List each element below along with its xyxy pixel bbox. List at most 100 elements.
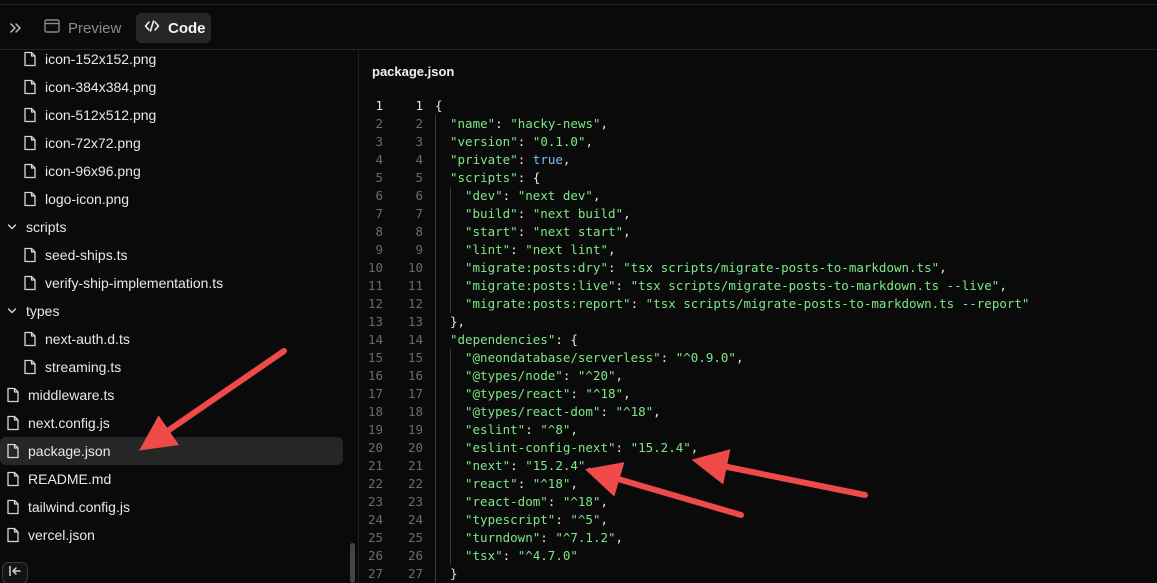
file-item[interactable]: tailwind.config.js (6, 493, 130, 521)
folder-item[interactable]: scripts (6, 213, 66, 241)
tree-item-label: icon-72x72.png (45, 135, 141, 151)
code-line[interactable]: 9 9 "lint": "next lint", (359, 241, 1157, 259)
collapse-sidebar-button[interactable] (2, 562, 28, 583)
file-item[interactable]: icon-72x72.png (23, 129, 141, 157)
json-key: "react" (465, 476, 518, 491)
indent-guide (435, 313, 436, 331)
code-line[interactable]: 10 10 "migrate:posts:dry": "tsx scripts/mi… (359, 259, 1157, 277)
file-item[interactable]: icon-152x152.png (23, 50, 156, 73)
line-number: 26 (367, 548, 383, 563)
code-text: "dependencies": { (450, 331, 578, 349)
file-icon (23, 135, 37, 151)
json-punctuation: : (517, 224, 533, 239)
code-line[interactable]: 14 14 "dependencies": { (359, 331, 1157, 349)
tree-item-label: vercel.json (28, 527, 95, 543)
json-key: "scripts" (450, 170, 518, 185)
json-punctuation: , (592, 188, 601, 203)
file-item[interactable]: next-auth.d.ts (23, 325, 130, 353)
indent-guide (450, 349, 451, 367)
line-number: 27 (367, 566, 383, 581)
file-icon (23, 79, 37, 95)
code-line[interactable]: 11 11 "migrate:posts:live": "tsx scripts/m… (359, 277, 1157, 295)
line-number: 2 (375, 116, 383, 131)
file-item[interactable]: seed-ships.ts (23, 241, 127, 269)
file-item[interactable]: icon-384x384.png (23, 73, 156, 101)
code-line[interactable]: 25 25 "turndown": "^7.1.2", (359, 529, 1157, 547)
code-line[interactable]: 6 6 "dev": "next dev", (359, 187, 1157, 205)
json-key: "@types/react" (465, 386, 571, 401)
json-string: "^18" (562, 494, 601, 509)
code-text: "start": "next start", (465, 223, 631, 241)
code-line[interactable]: 23 23 "react-dom": "^18", (359, 493, 1157, 511)
json-key: "migrate:posts:dry" (465, 260, 608, 275)
code-text: "eslint": "^8", (465, 421, 578, 439)
indent-guide (435, 367, 436, 385)
chevrons-right-icon[interactable] (6, 16, 26, 40)
json-string: "^0.9.0" (675, 350, 736, 365)
code-line[interactable]: 26 26 "tsx": "^4.7.0" (359, 547, 1157, 565)
code-line[interactable]: 24 24 "typescript": "^5", (359, 511, 1157, 529)
file-item[interactable]: logo-icon.png (23, 185, 129, 213)
indent-guide (435, 133, 436, 151)
code-line[interactable]: 4 4 "private": true, (359, 151, 1157, 169)
code-line[interactable]: 17 17 "@types/react": "^18", (359, 385, 1157, 403)
file-item[interactable]: package.json (0, 437, 343, 465)
file-item[interactable]: icon-96x96.png (23, 157, 141, 185)
json-punctuation: , (615, 530, 624, 545)
file-icon (23, 51, 37, 67)
code-text: "@neondatabase/serverless": "^0.9.0", (465, 349, 743, 367)
code-line[interactable]: 8 8 "start": "next start", (359, 223, 1157, 241)
indent-guide (450, 493, 451, 511)
line-number: 6 (375, 188, 383, 203)
file-icon (6, 471, 20, 487)
code-line[interactable]: 18 18 "@types/react-dom": "^18", (359, 403, 1157, 421)
code-line[interactable]: 21 21 "next": "15.2.4", (359, 457, 1157, 475)
json-key: "version" (450, 134, 518, 149)
line-number: 8 (375, 224, 383, 239)
json-string: "tsx scripts/migrate-posts-to-markdown.t… (623, 260, 940, 275)
sidebar-scrollbar[interactable] (350, 543, 355, 583)
code-line[interactable]: 27 27} (359, 565, 1157, 583)
tree-item-label: icon-152x152.png (45, 51, 157, 67)
json-key: "start" (465, 224, 518, 239)
code-lines[interactable]: 1 1{2 2 "name": "hacky-news", 3 3 "version": "… (359, 97, 1157, 583)
file-item[interactable]: middleware.ts (6, 381, 114, 409)
tab-code[interactable]: Code (136, 13, 211, 43)
file-item[interactable]: verify-ship-implementation.ts (23, 269, 223, 297)
json-punctuation: : (547, 494, 563, 509)
indent-guide (435, 565, 436, 583)
code-line[interactable]: 22 22 "react": "^18", (359, 475, 1157, 493)
json-string: "^4.7.0" (517, 548, 578, 563)
code-line[interactable]: 1 1 { (359, 97, 1157, 115)
code-line[interactable]: 20 20 "eslint-config-next": "15.2.4", (359, 439, 1157, 457)
file-icon (23, 107, 37, 123)
file-item[interactable]: streaming.ts (23, 353, 121, 381)
file-item[interactable]: next.config.js (6, 409, 110, 437)
code-line[interactable]: 16 16 "@types/node": "^20", (359, 367, 1157, 385)
folder-item[interactable]: types (6, 297, 59, 325)
code-line[interactable]: 13 13}, (359, 313, 1157, 331)
code-line[interactable]: 3 3 "version": "0.1.0", (359, 133, 1157, 151)
code-line[interactable]: 7 7 "build": "next build", (359, 205, 1157, 223)
json-key: "migrate:posts:live" (465, 278, 616, 293)
json-punctuation: { (435, 98, 443, 113)
code-text: } (450, 565, 458, 583)
line-number: 12 (367, 296, 383, 311)
line-number: 16 (367, 368, 383, 383)
file-item[interactable]: vercel.json (6, 521, 95, 549)
json-punctuation: , (600, 512, 609, 527)
code-line[interactable]: 2 2 "name": "hacky-news", (359, 115, 1157, 133)
code-line[interactable]: 19 19 "eslint": "^8", (359, 421, 1157, 439)
file-item[interactable]: README.md (6, 465, 111, 493)
code-editor[interactable]: package.json 1 1{2 2 "name": "hacky-news", 3… (359, 50, 1157, 583)
tab-preview[interactable]: Preview (36, 13, 129, 43)
code-text: "migrate:posts:live": "tsx scripts/migra… (465, 277, 1007, 295)
code-text: "react": "^18", (465, 475, 578, 493)
code-line[interactable]: 5 5 "scripts": { (359, 169, 1157, 187)
json-string: "^5" (570, 512, 601, 527)
code-line[interactable]: 15 15 "@neondatabase/serverless": "^0.9.0"… (359, 349, 1157, 367)
code-line[interactable]: 12 12 "migrate:posts:report": "tsx scripts… (359, 295, 1157, 313)
file-item[interactable]: icon-512x512.png (23, 101, 156, 129)
indent-guide (450, 205, 451, 223)
code-text: "eslint-config-next": "15.2.4", (465, 439, 698, 457)
